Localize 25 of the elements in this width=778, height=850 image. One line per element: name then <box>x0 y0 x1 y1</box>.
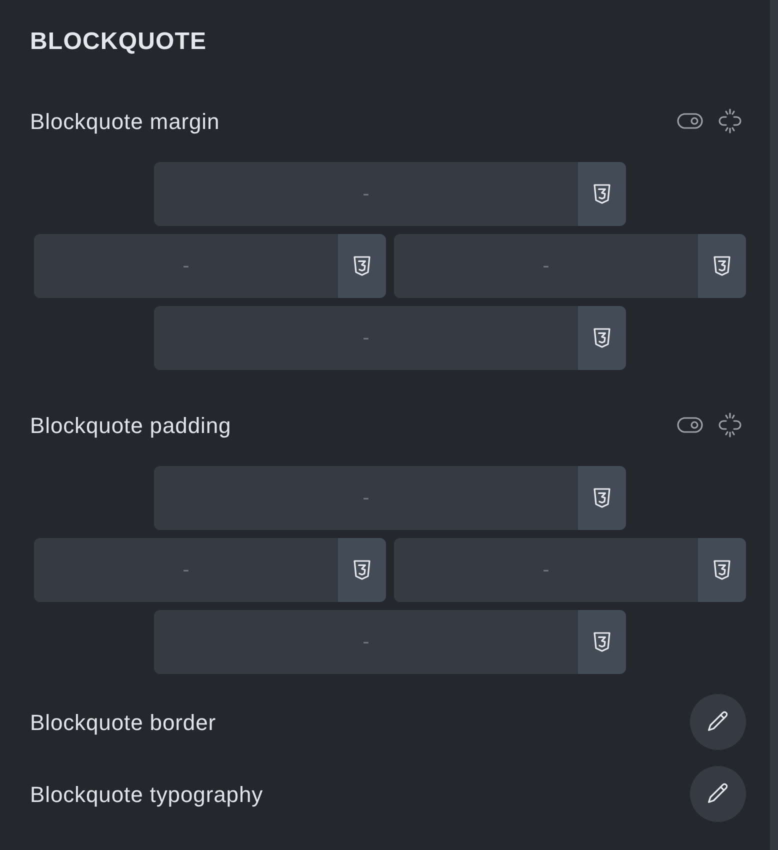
value-input[interactable]: - <box>154 466 578 530</box>
css-unit-button[interactable] <box>338 538 386 602</box>
css-unit-button[interactable] <box>578 162 626 226</box>
control-label: Blockquote border <box>30 708 216 737</box>
css-unit-button[interactable] <box>578 466 626 530</box>
toggle-icon[interactable] <box>677 113 703 129</box>
control-label: Blockquote margin <box>30 108 220 136</box>
css-unit-button[interactable] <box>578 306 626 370</box>
css-unit-button[interactable] <box>698 538 746 602</box>
value-input[interactable]: - <box>154 306 578 370</box>
css-unit-button[interactable] <box>338 234 386 298</box>
css-unit-button[interactable] <box>698 234 746 298</box>
value-input[interactable]: - <box>34 234 338 298</box>
unlink-icon[interactable] <box>717 108 743 134</box>
value-input[interactable]: - <box>394 538 698 602</box>
unlink-icon[interactable] <box>717 412 743 438</box>
value-input[interactable]: - <box>154 610 578 674</box>
value-input[interactable]: - <box>34 538 338 602</box>
value-input[interactable]: - <box>394 234 698 298</box>
css-unit-button[interactable] <box>578 610 626 674</box>
section-title: BLOCKQUOTE <box>30 27 208 57</box>
value-input[interactable]: - <box>154 162 578 226</box>
control-label: Blockquote padding <box>30 412 232 440</box>
toggle-icon[interactable] <box>677 417 703 433</box>
control-label: Blockquote typography <box>30 780 264 809</box>
